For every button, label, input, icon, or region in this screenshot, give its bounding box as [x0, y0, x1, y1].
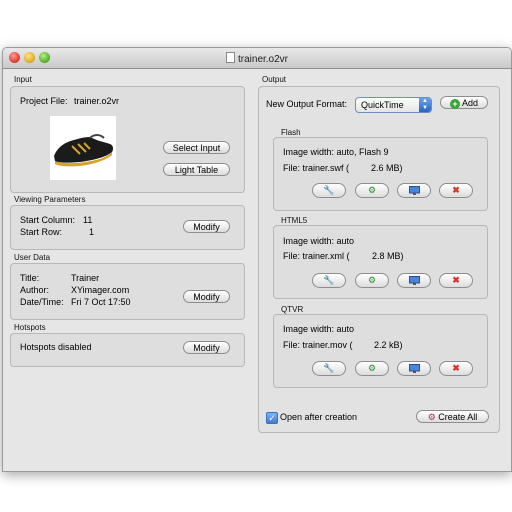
window-title: trainer.o2vr: [237, 54, 289, 65]
format-file: File: trainer.swf (: [283, 163, 350, 173]
gears-icon: ⚙: [367, 275, 377, 285]
user-data-section-label: User Data: [14, 253, 51, 262]
start-column-value: 11: [83, 215, 93, 225]
create-all-label: Create All: [438, 412, 478, 422]
window-title-container: trainer.o2vr: [3, 52, 511, 65]
title-label: Title:: [20, 273, 40, 283]
monitor-icon: [398, 184, 430, 197]
format-size: 2.6 MB): [371, 163, 403, 173]
format-image-width: Image width: auto: [283, 324, 355, 334]
project-file-value: trainer.o2vr: [74, 96, 120, 106]
open-after-creation-checkbox[interactable]: ✓: [266, 412, 278, 424]
monitor-icon: [398, 362, 430, 375]
output-format-selected: QuickTime: [361, 100, 404, 110]
hotspots-status: Hotspots disabled: [20, 342, 92, 352]
document-icon: [225, 52, 235, 63]
create-all-button[interactable]: ⚙ Create All: [416, 410, 489, 423]
new-output-format-label: New Output Format:: [266, 99, 348, 109]
format-file: File: trainer.mov (: [283, 340, 353, 350]
gears-icon: ⚙: [427, 412, 436, 422]
checkmark-icon: ✓: [268, 413, 276, 423]
add-button-label: Add: [462, 98, 479, 108]
user-data-modify-button[interactable]: Modify: [183, 290, 230, 303]
wrench-icon: 🔧: [323, 363, 335, 373]
viewing-modify-button[interactable]: Modify: [183, 220, 230, 233]
gears-icon: ⚙: [367, 363, 377, 373]
format-settings-button[interactable]: 🔧: [312, 183, 346, 198]
datetime-value: Fri 7 Oct 17:50: [71, 297, 131, 307]
add-button[interactable]: + Add: [440, 96, 488, 109]
format-preview-button[interactable]: [397, 273, 431, 288]
author-label: Author:: [20, 285, 50, 295]
plus-icon: +: [449, 99, 460, 109]
hotspots-modify-button[interactable]: Modify: [183, 341, 230, 354]
format-file: File: trainer.xml (: [283, 251, 350, 261]
output-format-select[interactable]: QuickTime ▲ ▼: [355, 97, 432, 113]
format-delete-button[interactable]: ✖: [439, 183, 473, 198]
format-delete-button[interactable]: ✖: [439, 273, 473, 288]
start-row-label: Start Row:: [20, 227, 63, 237]
shoe-thumbnail: [50, 116, 116, 180]
format-size: 2.2 kB): [374, 340, 403, 350]
format-name-html5: HTML5: [281, 216, 308, 225]
hotspots-section-label: Hotspots: [14, 323, 46, 332]
format-name-qtvr: QTVR: [281, 305, 304, 314]
project-file-label: Project File:: [20, 96, 68, 106]
format-name-flash: Flash: [281, 128, 301, 137]
format-settings-button[interactable]: 🔧: [312, 273, 346, 288]
format-image-width: Image width: auto, Flash 9: [283, 147, 389, 157]
format-create-button[interactable]: ⚙: [355, 183, 389, 198]
wrench-icon: 🔧: [323, 275, 335, 285]
light-table-button[interactable]: Light Table: [163, 163, 230, 176]
input-section-label: Input: [14, 75, 32, 84]
format-image-width: Image width: auto: [283, 236, 355, 246]
author-value: XYimager.com: [71, 285, 130, 295]
format-preview-button[interactable]: [397, 361, 431, 376]
delete-icon: ✖: [452, 363, 460, 373]
select-input-button[interactable]: Select Input: [163, 141, 230, 154]
output-section-label: Output: [262, 75, 287, 84]
viewing-section-label: Viewing Parameters: [14, 195, 86, 204]
title-value: Trainer: [71, 273, 100, 283]
format-preview-button[interactable]: [397, 183, 431, 198]
gears-icon: ⚙: [367, 185, 377, 195]
wrench-icon: 🔧: [323, 185, 335, 195]
format-delete-button[interactable]: ✖: [439, 361, 473, 376]
format-size: 2.8 MB): [372, 251, 404, 261]
format-create-button[interactable]: ⚙: [355, 273, 389, 288]
open-after-creation-label: Open after creation: [280, 412, 358, 422]
delete-icon: ✖: [452, 275, 460, 285]
format-create-button[interactable]: ⚙: [355, 361, 389, 376]
delete-icon: ✖: [452, 185, 460, 195]
select-arrows-icon: ▲ ▼: [419, 98, 431, 112]
start-row-value: 1: [89, 227, 95, 237]
start-column-label: Start Column:: [20, 215, 76, 225]
datetime-label: Date/Time:: [20, 297, 64, 307]
format-settings-button[interactable]: 🔧: [312, 361, 346, 376]
monitor-icon: [398, 274, 430, 287]
title-bar: trainer.o2vr: [3, 48, 511, 69]
